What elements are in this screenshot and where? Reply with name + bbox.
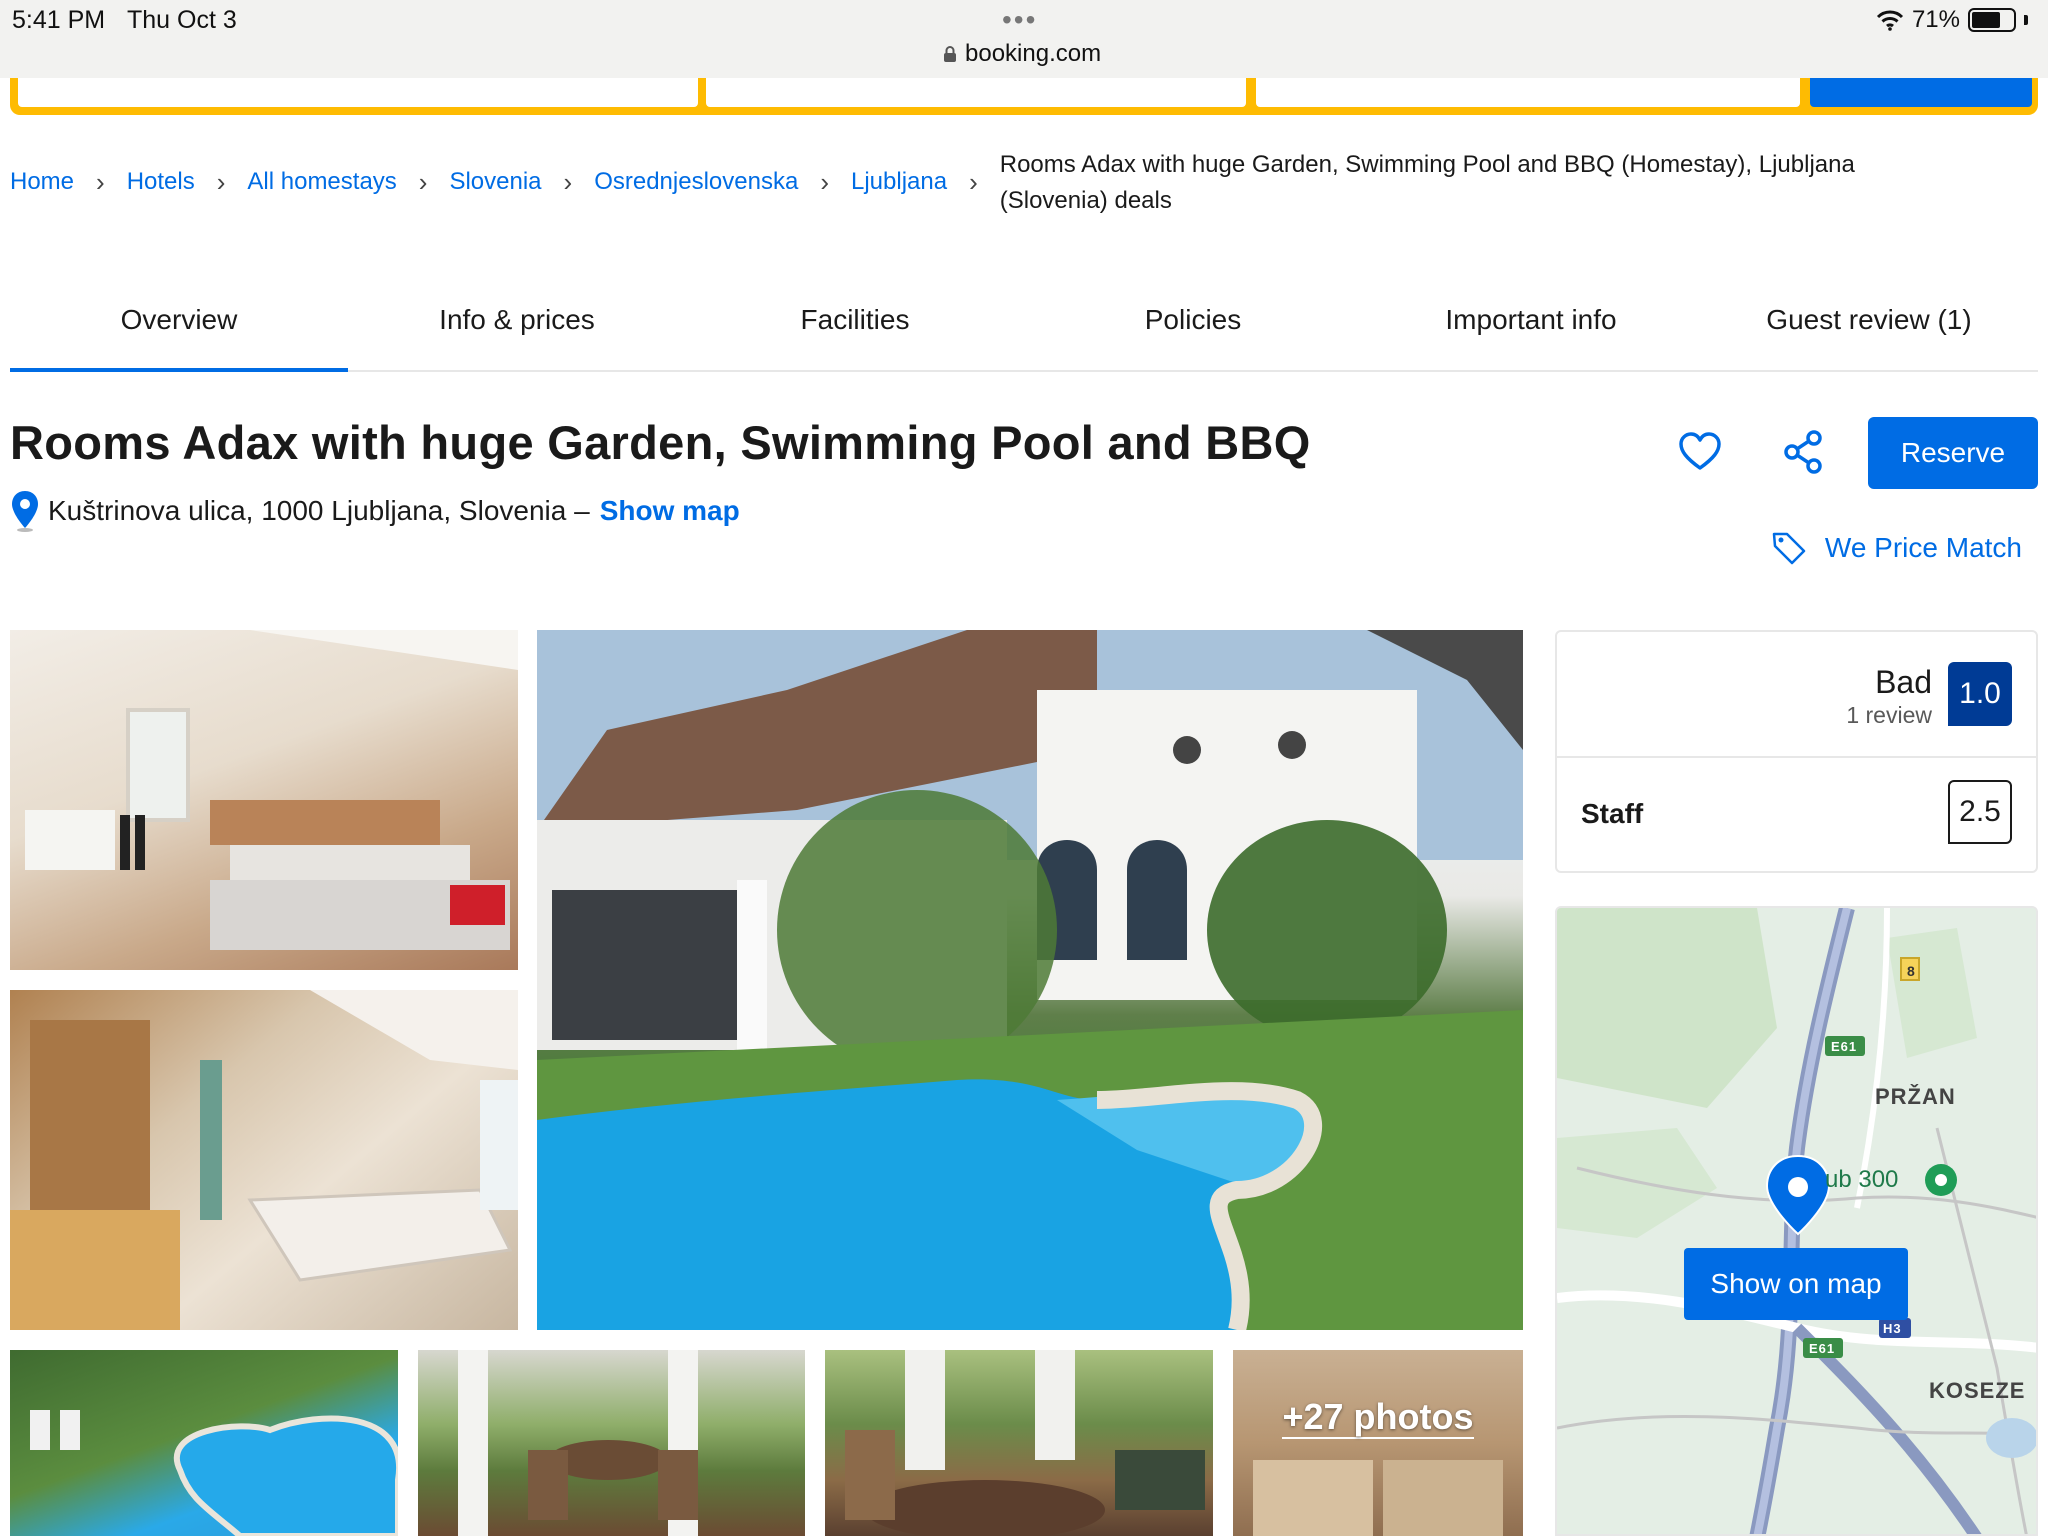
location-map[interactable]: 8 E61 E61 H3 PRŽAN KOSEZE ub 300 Show on…: [1555, 906, 2038, 1536]
map-road-8: 8: [1907, 963, 1916, 979]
tab-policies[interactable]: Policies: [1024, 282, 1362, 370]
price-tag-icon: [1772, 532, 1806, 565]
status-time: 5:41 PM: [12, 6, 106, 34]
breadcrumb-separator: ›: [563, 167, 573, 197]
price-match-label: We Price Match: [1824, 532, 2022, 563]
heart-icon[interactable]: [1676, 428, 1724, 476]
reserve-button[interactable]: Reserve: [1868, 417, 2038, 489]
map-district-koseze: KOSEZE: [1929, 1378, 2026, 1403]
breadcrumb-slovenia[interactable]: Slovenia: [449, 165, 541, 199]
guests-field[interactable]: [1256, 78, 1800, 107]
property-title: Rooms Adax with huge Garden, Swimming Po…: [10, 416, 1311, 469]
price-match-link[interactable]: We Price Match: [1771, 530, 2022, 566]
section-tabs: Overview Info & prices Facilities Polici…: [10, 282, 2038, 372]
breadcrumb-hotels[interactable]: Hotels: [127, 165, 195, 199]
photo-terrace-table[interactable]: [418, 1350, 805, 1536]
photo-main-pool[interactable]: [537, 630, 1523, 1330]
search-bar: [10, 78, 2038, 115]
breadcrumb-current: Rooms Adax with huge Garden, Swimming Po…: [999, 151, 1855, 214]
breadcrumb: Home › Hotels › All homestays › Slovenia…: [10, 151, 1930, 219]
tab-important-info[interactable]: Important info: [1362, 282, 1700, 370]
review-category-label: Staff: [1581, 798, 1644, 829]
battery-tip: [2024, 15, 2028, 25]
tab-guest-review[interactable]: Guest review (1): [1700, 282, 2038, 370]
breadcrumb-ljubljana[interactable]: Ljubljana: [851, 165, 947, 199]
tab-info-prices[interactable]: Info & prices: [348, 282, 686, 370]
map-road-h3: H3: [1883, 1321, 1902, 1336]
review-summary[interactable]: Bad 1 review 1.0 Staff 2.5: [1555, 630, 2038, 873]
more-dots-icon[interactable]: •••: [1002, 4, 1037, 36]
more-photos-text: +27 photos: [1282, 1396, 1474, 1439]
breadcrumb-separator: ›: [418, 167, 428, 197]
map-road-e61-bottom: E61: [1809, 1341, 1836, 1356]
share-icon[interactable]: [1780, 428, 1828, 476]
location-pin-icon: [12, 491, 38, 532]
tab-overview[interactable]: Overview: [10, 282, 348, 372]
review-category-score: 2.5: [1948, 780, 2012, 844]
map-district-przan: PRŽAN: [1875, 1084, 1956, 1109]
review-word: Bad: [1875, 664, 1932, 700]
battery-percent: 71%: [1911, 6, 1960, 33]
battery-icon: [1968, 8, 2016, 32]
photo-more[interactable]: +27 photos: [1233, 1350, 1523, 1536]
photo-bathroom[interactable]: [10, 990, 518, 1330]
breadcrumb-separator: ›: [96, 167, 105, 197]
review-score-row[interactable]: Bad 1 review 1.0: [1557, 632, 2036, 758]
breadcrumb-all-homestays[interactable]: All homestays: [247, 165, 396, 199]
show-on-map-button[interactable]: Show on map: [1684, 1248, 1908, 1320]
review-count: 1 review: [1846, 702, 1932, 728]
url-text: booking.com: [965, 40, 1102, 67]
wifi-icon: [1876, 10, 1904, 31]
breadcrumb-separator: ›: [216, 167, 226, 197]
tab-facilities[interactable]: Facilities: [686, 282, 1024, 370]
breadcrumb-separator: ›: [820, 167, 829, 197]
address-bar[interactable]: booking.com: [943, 40, 1101, 68]
map-place-label: ub 300: [1825, 1166, 1899, 1193]
address-text: Kuštrinova ulica, 1000 Ljubljana, Sloven…: [48, 495, 590, 526]
review-category-row: Staff 2.5: [1557, 758, 2036, 871]
status-bar: 5:41 PM Thu Oct 3 ••• booking.com 71%: [0, 0, 2048, 78]
destination-field[interactable]: [18, 78, 698, 107]
photo-bedroom[interactable]: [10, 630, 518, 970]
show-map-link[interactable]: Show map: [600, 495, 740, 527]
breadcrumb-home[interactable]: Home: [10, 165, 74, 199]
property-address: Kuštrinova ulica, 1000 Ljubljana, Sloven…: [10, 490, 740, 532]
search-button[interactable]: [1810, 78, 2032, 107]
lock-icon: [944, 46, 956, 62]
status-date: Thu Oct 3: [127, 6, 237, 34]
dates-field[interactable]: [706, 78, 1246, 107]
breadcrumb-separator: ›: [969, 167, 978, 197]
more-photos-label[interactable]: +27 photos: [1233, 1396, 1523, 1439]
map-road-e61-top: E61: [1831, 1039, 1858, 1054]
photo-terrace-pond[interactable]: [825, 1350, 1213, 1536]
breadcrumb-osrednjeslovenska[interactable]: Osrednjeslovenska: [594, 165, 798, 199]
review-score-badge: 1.0: [1948, 662, 2012, 726]
status-right: 71%: [1876, 6, 2028, 34]
photo-pool-aerial[interactable]: [10, 1350, 398, 1536]
